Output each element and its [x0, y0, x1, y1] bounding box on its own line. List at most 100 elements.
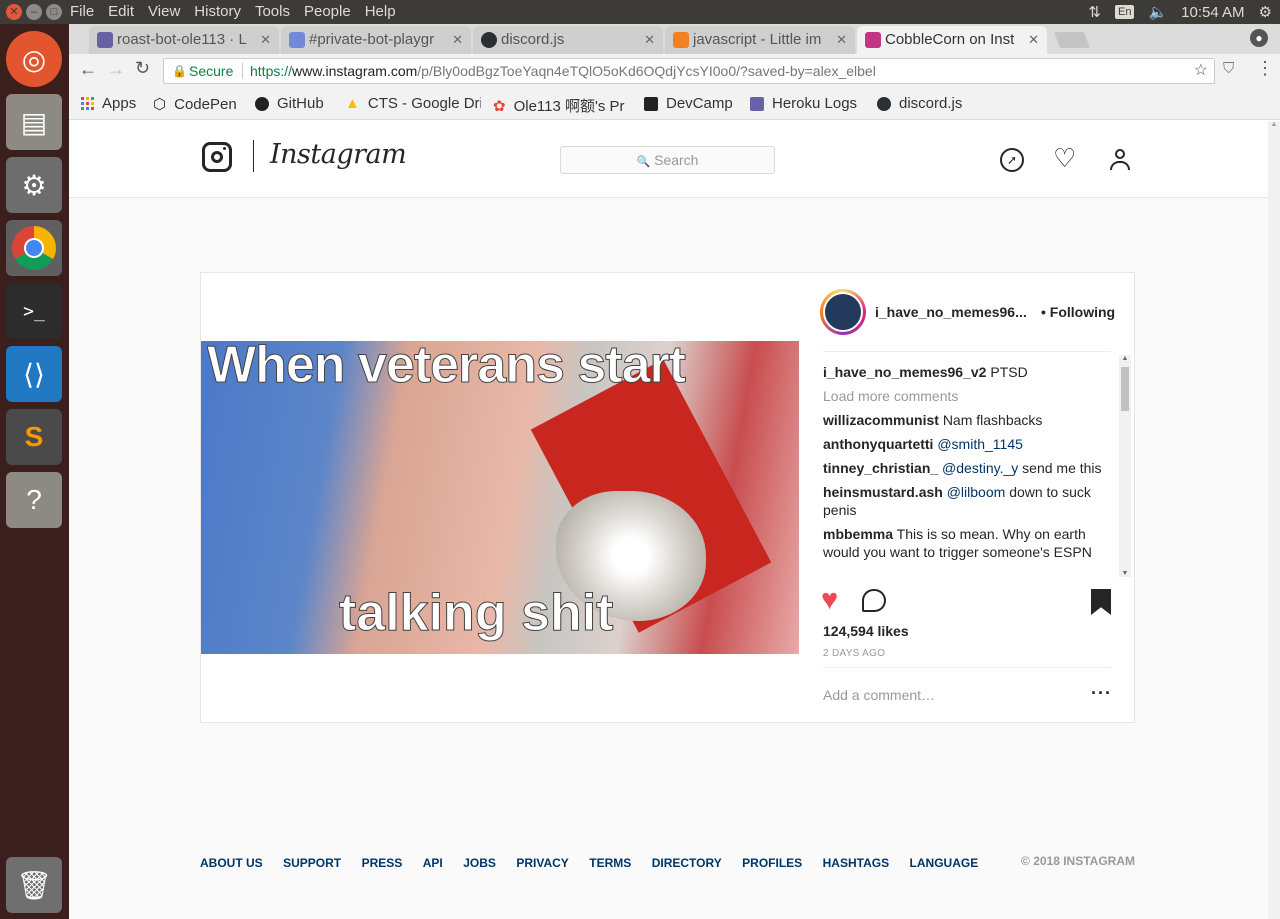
post-image[interactable]: When veterans start talking shit	[201, 341, 799, 654]
bookmark-discord-js[interactable]: discord.js	[877, 95, 962, 112]
bookmark-apps[interactable]: Apps	[81, 95, 136, 112]
chrome-menu-icon[interactable]: ⋮	[1256, 58, 1274, 79]
maximize-window-icon[interactable]: □	[46, 4, 62, 20]
activity-heart-icon[interactable]: ♡	[1053, 143, 1076, 174]
footer-link-directory[interactable]: DIRECTORY	[652, 856, 722, 870]
sublime-text-icon[interactable]: S	[6, 409, 62, 465]
bookmark-cts-drive[interactable]: ▲ CTS - Google Dri	[345, 95, 481, 112]
like-heart-icon[interactable]: ♥	[821, 585, 838, 615]
tab-stackoverflow[interactable]: javascript - Little im ✕	[665, 26, 855, 54]
new-tab-button[interactable]	[1054, 32, 1090, 48]
scroll-down-arrow-icon[interactable]: ▼	[1119, 570, 1131, 577]
footer-link-language[interactable]: LANGUAGE	[910, 856, 979, 870]
scroll-up-arrow-icon[interactable]: ▲	[1268, 121, 1280, 128]
avatar[interactable]	[820, 289, 866, 335]
scrollbar-thumb[interactable]	[1121, 367, 1129, 411]
footer-link-api[interactable]: API	[423, 856, 443, 870]
tab-roast-bot[interactable]: roast-bot-ole113 · L ✕	[89, 26, 279, 54]
forward-icon[interactable]: →	[107, 59, 125, 80]
search-input[interactable]: 🔍 Search	[560, 146, 775, 174]
bookmark-label: DevCamp	[666, 95, 733, 112]
comment-username[interactable]: tinney_christian_	[823, 460, 938, 476]
footer-link-privacy[interactable]: PRIVACY	[516, 856, 568, 870]
meme-caption-bottom: talking shit	[338, 584, 614, 643]
tab-private-bot-playground[interactable]: #private-bot-playgr ✕	[281, 26, 471, 54]
profile-icon[interactable]: ●	[1250, 29, 1268, 47]
close-tab-icon[interactable]: ✕	[836, 26, 847, 54]
save-bookmark-icon[interactable]	[1091, 589, 1111, 615]
volume-icon[interactable]: 🔈	[1148, 3, 1167, 21]
bookmark-github[interactable]: GitHub	[255, 95, 324, 112]
close-tab-icon[interactable]: ✕	[644, 26, 655, 54]
comment-username[interactable]: i_have_no_memes96_v2	[823, 364, 986, 380]
bookmark-star-icon[interactable]: ☆	[1194, 59, 1208, 83]
tab-instagram[interactable]: CobbleCorn on Inst ✕	[857, 26, 1047, 54]
footer-link-profiles[interactable]: PROFILES	[742, 856, 802, 870]
clock[interactable]: 10:54 AM	[1181, 4, 1244, 21]
ubuntu-dash-icon[interactable]: ◎	[6, 31, 62, 87]
reload-icon[interactable]: ↻	[135, 58, 150, 79]
comment-username[interactable]: heinsmustard.ash	[823, 484, 943, 500]
bookmark-ole113[interactable]: ✿ Ole113 啊额's Pr	[493, 95, 629, 116]
bookmark-devcamp[interactable]: DevCamp	[644, 95, 733, 112]
footer-link-hashtags[interactable]: HASHTAGS	[823, 856, 889, 870]
vscode-icon[interactable]: ⟨⟩	[6, 346, 62, 402]
profile-person-icon[interactable]	[1109, 149, 1131, 171]
scroll-up-arrow-icon[interactable]: ▲	[1119, 355, 1131, 362]
chrome-icon[interactable]	[6, 220, 62, 276]
explore-compass-icon[interactable]: ➚	[1000, 148, 1024, 172]
tab-discord-js[interactable]: discord.js ✕	[473, 26, 663, 54]
footer-link-jobs[interactable]: JOBS	[463, 856, 496, 870]
comment-username[interactable]: mbbemma	[823, 526, 893, 542]
bookmark-codepen[interactable]: ⬡ CodePen	[153, 95, 237, 114]
close-tab-icon[interactable]: ✕	[452, 26, 463, 54]
trash-icon[interactable]: 🗑	[6, 857, 62, 913]
menu-file[interactable]: File	[70, 3, 94, 20]
meme-caption-top: When veterans start	[206, 341, 686, 395]
terminal-icon[interactable]: >_	[6, 283, 62, 339]
close-tab-icon[interactable]: ✕	[1028, 26, 1039, 54]
comment-username[interactable]: willizacommunist	[823, 412, 939, 428]
comment-mention[interactable]: @lilboom	[947, 484, 1006, 500]
more-options-icon[interactable]: ···	[1091, 683, 1112, 704]
load-more-comments-button[interactable]: Load more comments	[823, 387, 1113, 405]
comments-scrollbar[interactable]: ▲ ▼	[1119, 355, 1131, 577]
menu-people[interactable]: People	[304, 3, 351, 20]
system-settings-icon[interactable]: ⚙	[6, 157, 62, 213]
lock-icon: 🔒	[172, 64, 187, 78]
footer-link-terms[interactable]: TERMS	[589, 856, 631, 870]
bookmark-heroku-logs[interactable]: Heroku Logs	[750, 95, 857, 112]
author-username[interactable]: i_have_no_memes96...	[875, 304, 1027, 320]
network-icon[interactable]: ⇅	[1088, 3, 1101, 21]
footer-link-support[interactable]: SUPPORT	[283, 856, 341, 870]
page-scrollbar[interactable]: ▲	[1268, 121, 1280, 919]
comment-mention[interactable]: @smith_1145	[937, 436, 1023, 452]
keyboard-layout-indicator[interactable]: En	[1115, 5, 1135, 19]
extension-shield-icon[interactable]: ⛉	[1223, 60, 1234, 77]
instagram-wordmark[interactable]: Instagram	[270, 139, 407, 170]
post-age[interactable]: 2 DAYS AGO	[823, 648, 885, 659]
files-icon[interactable]: ▤	[6, 94, 62, 150]
minimize-window-icon[interactable]: –	[26, 4, 42, 20]
instagram-camera-icon[interactable]	[202, 142, 232, 172]
unknown-app-icon[interactable]: ?	[6, 472, 62, 528]
add-comment-input[interactable]: Add a comment…	[823, 687, 935, 703]
address-bar[interactable]: 🔒 Secure https://www.instagram.com/p/Bly…	[163, 58, 1215, 84]
following-button[interactable]: • Following	[1041, 304, 1115, 320]
comment-bubble-icon[interactable]	[862, 589, 886, 612]
comments-list[interactable]: i_have_no_memes96_v2 PTSD Load more comm…	[823, 363, 1113, 579]
likes-count[interactable]: 124,594 likes	[823, 623, 909, 639]
menu-tools[interactable]: Tools	[255, 3, 290, 20]
comment-mention[interactable]: @destiny._y	[942, 460, 1018, 476]
comment-username[interactable]: anthonyquartetti	[823, 436, 933, 452]
close-window-icon[interactable]: ✕	[6, 4, 22, 20]
menu-help[interactable]: Help	[365, 3, 396, 20]
footer-link-press[interactable]: PRESS	[362, 856, 403, 870]
settings-gear-icon[interactable]: ⚙	[1259, 3, 1272, 21]
close-tab-icon[interactable]: ✕	[260, 26, 271, 54]
menu-view[interactable]: View	[148, 3, 180, 20]
menu-history[interactable]: History	[194, 3, 241, 20]
footer-link-about-us[interactable]: ABOUT US	[200, 856, 263, 870]
menu-edit[interactable]: Edit	[108, 3, 134, 20]
back-icon[interactable]: ←	[79, 59, 97, 80]
